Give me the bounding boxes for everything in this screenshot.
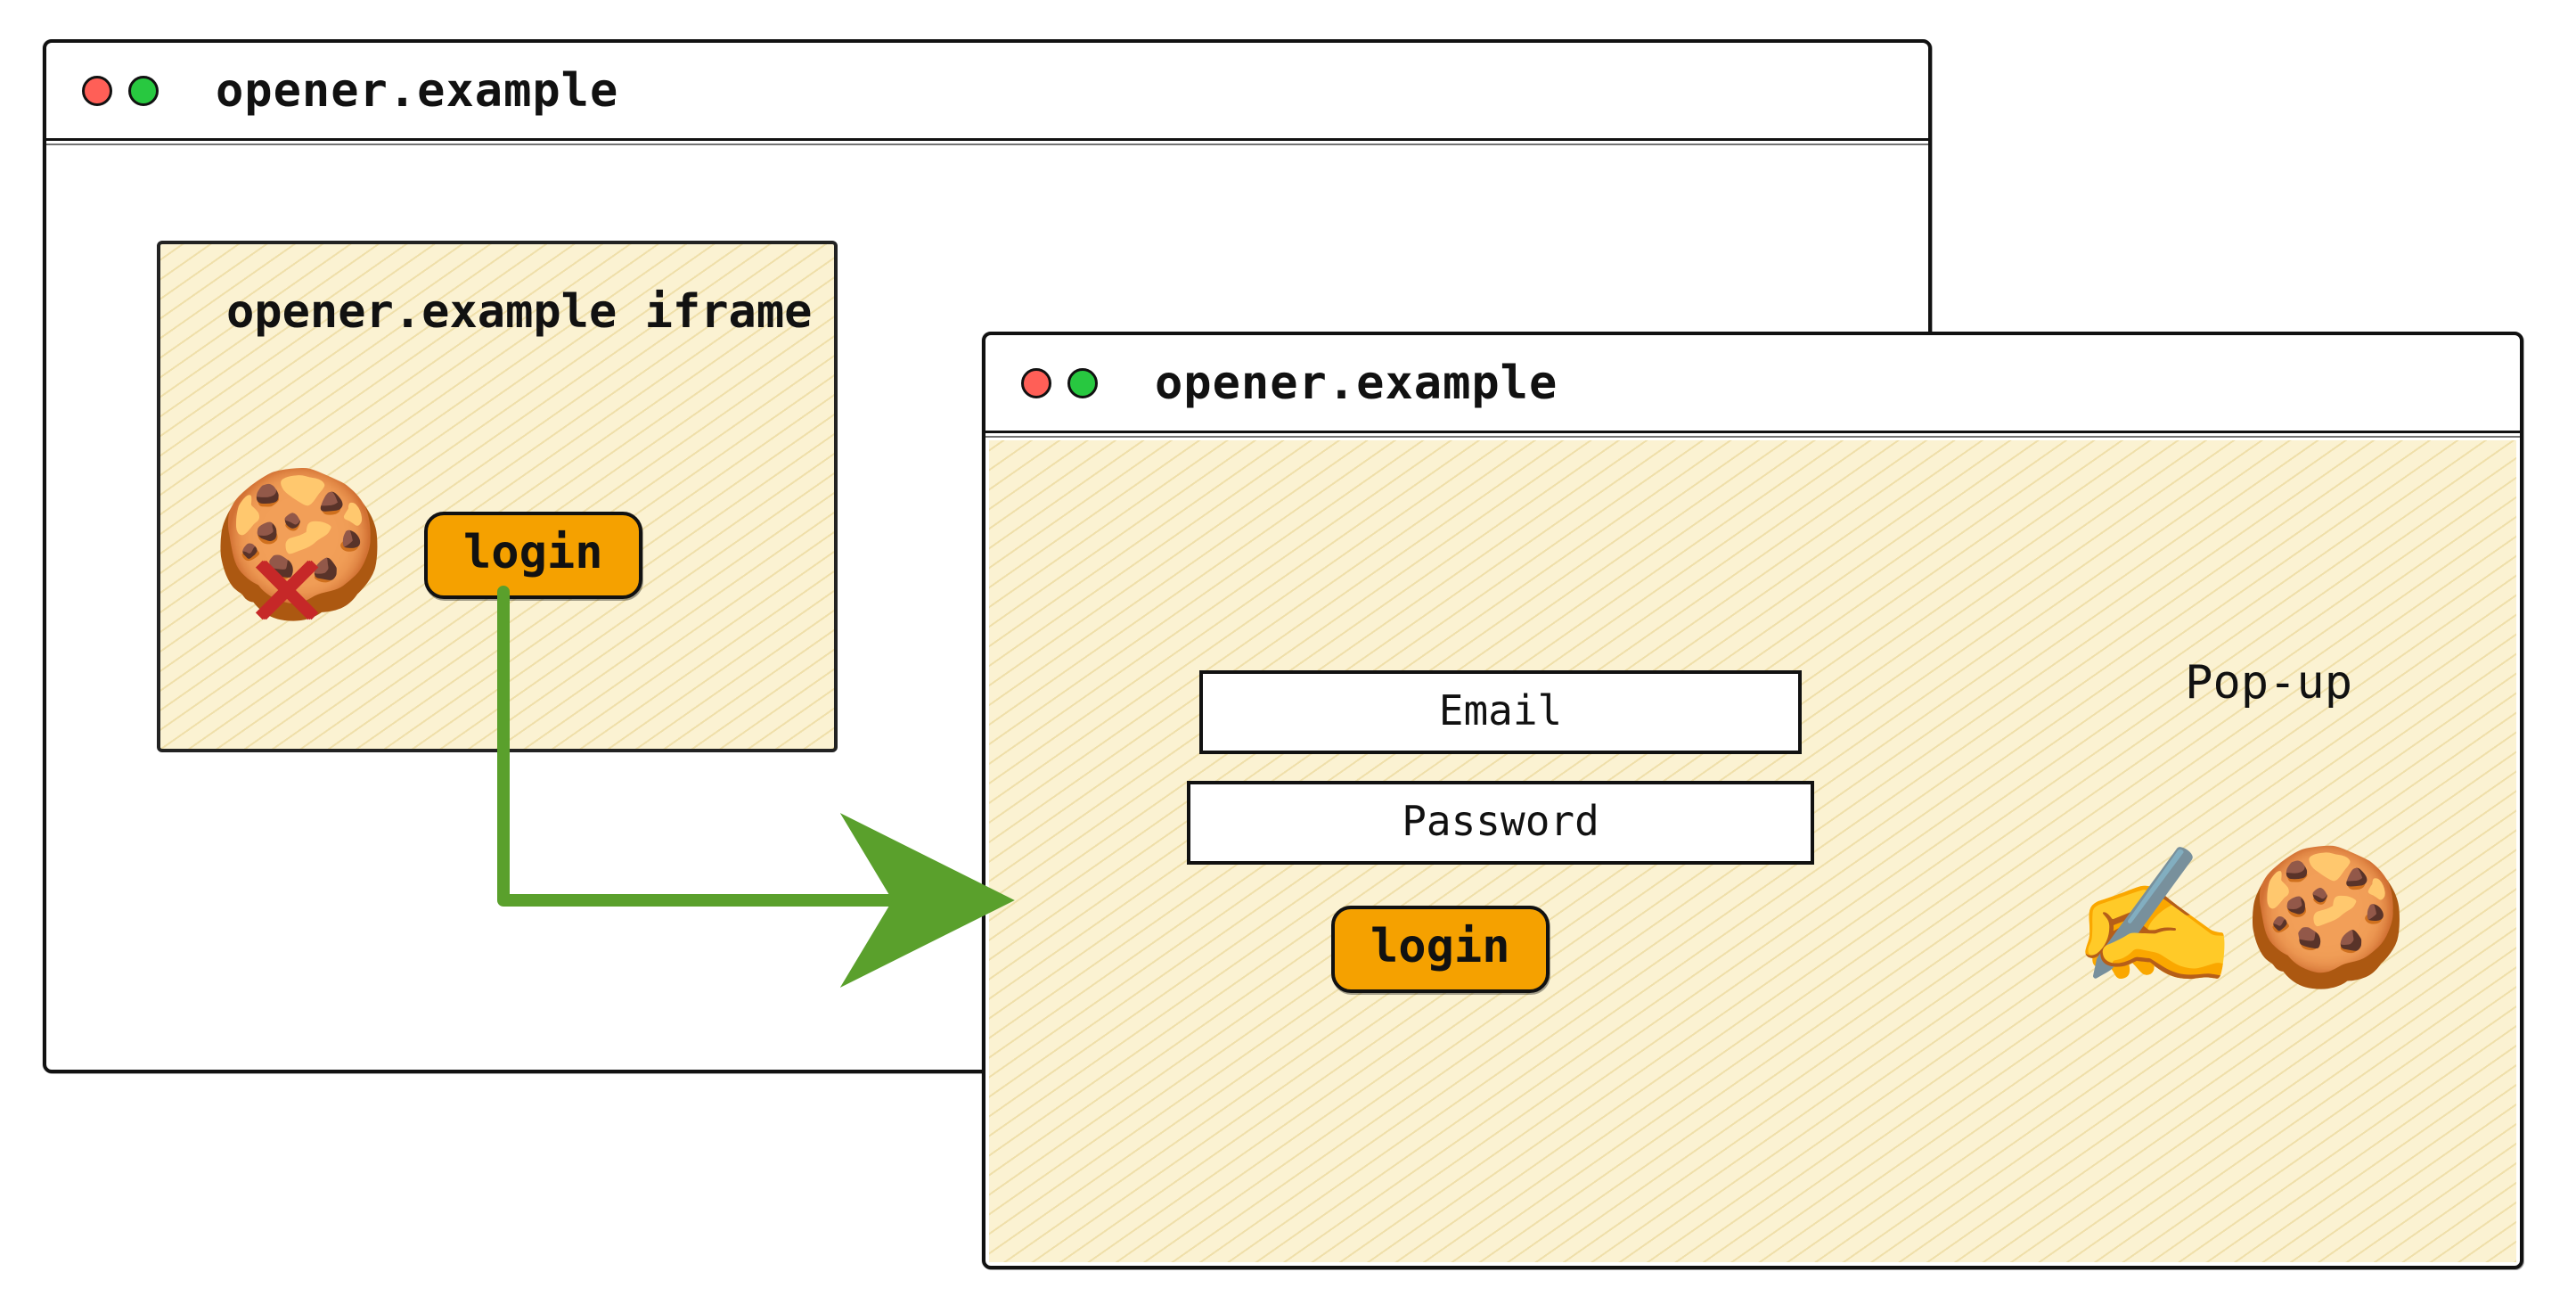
popup-body: login Pop-up ✍️ 🍪: [989, 440, 2516, 1262]
email-field[interactable]: [1199, 670, 1802, 754]
cookie-icon: 🍪: [2243, 850, 2409, 984]
minimize-dot-icon[interactable]: [1067, 368, 1098, 398]
close-dot-icon[interactable]: [1021, 368, 1051, 398]
writing-hand-icon: ✍️: [2071, 850, 2237, 984]
popup-window-title: opener.example: [1155, 357, 1558, 410]
cross-icon: ✕: [249, 522, 324, 647]
popup-browser-window: opener.example login Pop-up ✍️ 🍪: [982, 332, 2523, 1269]
popup-label: Pop-up: [2185, 656, 2352, 710]
close-dot-icon[interactable]: [82, 76, 112, 106]
opener-titlebar: opener.example: [46, 43, 1928, 141]
iframe-login-button[interactable]: login: [424, 512, 642, 599]
popup-titlebar: opener.example: [985, 335, 2520, 433]
write-cookie-icon-group: ✍️ 🍪: [2071, 850, 2409, 984]
opener-window-title: opener.example: [216, 64, 618, 118]
minimize-dot-icon[interactable]: [128, 76, 159, 106]
iframe-title: opener.example iframe: [226, 285, 812, 339]
blocked-cookie-icon: 🍪 ✕: [210, 472, 388, 615]
password-field[interactable]: [1187, 781, 1814, 865]
iframe-box: opener.example iframe 🍪 ✕ login: [157, 241, 838, 752]
popup-login-button[interactable]: login: [1331, 906, 1550, 993]
